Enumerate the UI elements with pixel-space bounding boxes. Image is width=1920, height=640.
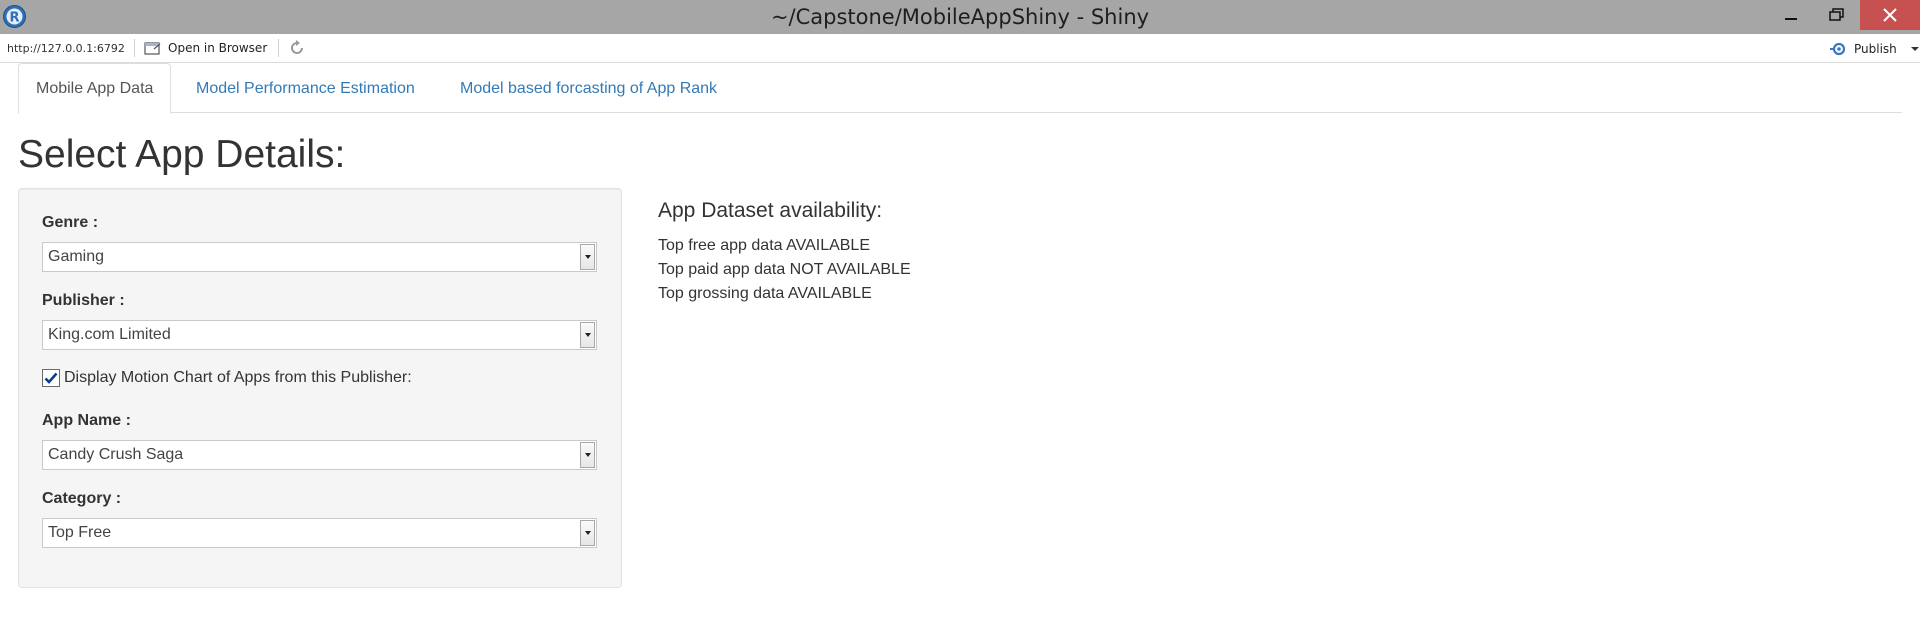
chevron-down-icon[interactable] (580, 442, 595, 468)
publish-label: Publish (1854, 42, 1897, 56)
availability-line: Top grossing data AVAILABLE (658, 285, 872, 302)
toolbar-divider (134, 39, 135, 57)
availability-line: Top paid app data NOT AVAILABLE (658, 261, 911, 278)
publisher-value: King.com Limited (48, 326, 171, 343)
restore-icon (1829, 8, 1844, 21)
availability-heading: App Dataset availability: (658, 199, 883, 222)
browser-window-icon (144, 41, 161, 55)
window-titlebar: R ~/Capstone/MobileAppShiny - Shiny (0, 0, 1920, 34)
app-name-select[interactable]: Candy Crush Saga (42, 440, 597, 470)
page-title: Select App Details: (18, 133, 346, 176)
sidebar-panel: Genre : Gaming Publisher : King.com Limi… (18, 188, 622, 588)
close-button[interactable] (1860, 0, 1920, 30)
genre-select[interactable]: Gaming (42, 242, 597, 272)
tab-bar: Mobile App Data Model Performance Estima… (18, 63, 1902, 114)
genre-value: Gaming (48, 248, 105, 265)
app-name-value: Candy Crush Saga (48, 446, 184, 463)
url-text: http://127.0.0.1:6792 (7, 42, 125, 55)
publish-icon (1830, 42, 1846, 56)
viewer-toolbar: http://127.0.0.1:6792 Open in Browser Pu… (0, 34, 1920, 63)
tab-model-performance-estimation[interactable]: Model Performance Estimation (196, 63, 415, 114)
publisher-select[interactable]: King.com Limited (42, 320, 597, 350)
refresh-button[interactable] (286, 38, 308, 58)
minimize-button[interactable] (1768, 0, 1814, 30)
app-name-label: App Name : (42, 412, 131, 429)
category-select[interactable]: Top Free (42, 518, 597, 548)
toolbar-divider (278, 39, 279, 57)
open-in-browser-button[interactable]: Open in Browser (144, 38, 267, 58)
chevron-down-icon[interactable] (580, 520, 595, 546)
availability-line: Top free app data AVAILABLE (658, 237, 870, 254)
category-label: Category : (42, 490, 122, 507)
chevron-down-icon[interactable] (1910, 46, 1919, 52)
category-value: Top Free (48, 524, 112, 541)
tab-mobile-app-data[interactable]: Mobile App Data (18, 63, 172, 114)
checkmark-icon (44, 372, 58, 384)
window-title: ~/Capstone/MobileAppShiny - Shiny (770, 5, 1150, 29)
motion-chart-label: Display Motion Chart of Apps from this P… (64, 369, 412, 386)
motion-chart-checkbox[interactable] (42, 369, 60, 387)
publish-button[interactable]: Publish (1830, 39, 1919, 59)
chevron-down-icon[interactable] (580, 322, 595, 348)
refresh-icon (291, 40, 303, 54)
motion-chart-option[interactable]: Display Motion Chart of Apps from this P… (42, 369, 412, 387)
open-in-browser-label: Open in Browser (168, 41, 268, 55)
genre-label: Genre : (42, 214, 99, 231)
close-icon (1883, 8, 1897, 22)
chevron-down-icon[interactable] (580, 244, 595, 270)
tab-model-based-forecasting[interactable]: Model based forcasting of App Rank (460, 63, 717, 114)
minimize-icon (1785, 18, 1797, 20)
publisher-label: Publisher : (42, 292, 125, 309)
restore-button[interactable] (1814, 0, 1860, 30)
